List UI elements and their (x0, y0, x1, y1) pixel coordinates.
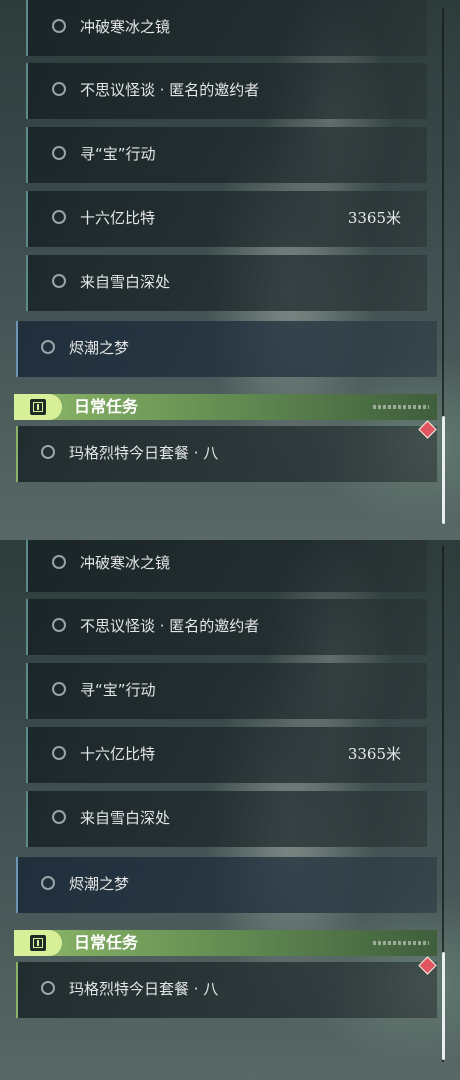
quest-item[interactable]: 十六亿比特 3365米 (26, 727, 427, 783)
quest-item[interactable]: 来自雪白深处 (26, 791, 427, 847)
quest-panel-top: 冲破寒冰之镜 不思议怪谈 · 匿名的邀约者 寻“宝”行动 十六亿比特 3365米… (0, 0, 460, 540)
circle-icon (52, 682, 66, 696)
quest-label: 十六亿比特 (80, 745, 156, 763)
alert-box-icon (14, 394, 62, 420)
circle-icon (41, 876, 55, 890)
circle-icon (41, 445, 55, 459)
quest-item[interactable]: 不思议怪谈 · 匿名的邀约者 (26, 63, 427, 119)
quest-label: 烬潮之梦 (69, 875, 130, 893)
active-quest-item[interactable]: 烬潮之梦 (16, 857, 437, 913)
quest-label: 玛格烈特今日套餐 · 八 (69, 444, 219, 462)
quest-distance: 3365米 (347, 209, 401, 227)
quest-item[interactable]: 寻“宝”行动 (26, 127, 427, 183)
quest-item[interactable]: 冲破寒冰之镜 (26, 540, 427, 592)
quest-label: 冲破寒冰之镜 (80, 18, 171, 36)
scrollbar-thumb[interactable] (442, 416, 445, 524)
circle-icon (52, 746, 66, 760)
circle-icon (52, 82, 66, 96)
circle-icon (52, 555, 66, 569)
daily-quest-item[interactable]: 玛格烈特今日套餐 · 八 (16, 962, 437, 1018)
quest-panel-bottom: 冲破寒冰之镜 不思议怪谈 · 匿名的邀约者 寻“宝”行动 十六亿比特 3365米… (0, 540, 460, 1080)
quest-label: 玛格烈特今日套餐 · 八 (69, 980, 219, 998)
quest-item[interactable]: 不思议怪谈 · 匿名的邀约者 (26, 599, 427, 655)
circle-icon (52, 810, 66, 824)
quest-item[interactable]: 冲破寒冰之镜 (26, 0, 427, 56)
scrollbar-thumb[interactable] (442, 952, 445, 1060)
quest-label: 来自雪白深处 (80, 809, 171, 827)
active-quest-item[interactable]: 烬潮之梦 (16, 321, 437, 377)
section-decoration (373, 405, 429, 409)
circle-icon (52, 274, 66, 288)
daily-section-header[interactable]: 日常任务 (14, 930, 437, 956)
quest-label: 来自雪白深处 (80, 273, 171, 291)
circle-icon (52, 19, 66, 33)
quest-label: 寻“宝”行动 (80, 145, 156, 163)
daily-quest-item[interactable]: 玛格烈特今日套餐 · 八 (16, 426, 437, 482)
circle-icon (52, 210, 66, 224)
quest-distance: 3365米 (347, 745, 401, 763)
quest-label: 不思议怪谈 · 匿名的邀约者 (80, 81, 260, 99)
quest-label: 十六亿比特 (80, 209, 156, 227)
quest-item[interactable]: 来自雪白深处 (26, 255, 427, 311)
section-title: 日常任务 (74, 933, 139, 952)
circle-icon (41, 981, 55, 995)
circle-icon (41, 340, 55, 354)
quest-item[interactable]: 十六亿比特 3365米 (26, 191, 427, 247)
quest-label: 寻“宝”行动 (80, 681, 156, 699)
quest-label: 不思议怪谈 · 匿名的邀约者 (80, 617, 260, 635)
circle-icon (52, 618, 66, 632)
section-decoration (373, 941, 429, 945)
quest-label: 烬潮之梦 (69, 339, 130, 357)
daily-section-header[interactable]: 日常任务 (14, 394, 437, 420)
quest-label: 冲破寒冰之镜 (80, 554, 171, 572)
section-title: 日常任务 (74, 397, 139, 416)
quest-item[interactable]: 寻“宝”行动 (26, 663, 427, 719)
circle-icon (52, 146, 66, 160)
alert-box-icon (14, 930, 62, 956)
